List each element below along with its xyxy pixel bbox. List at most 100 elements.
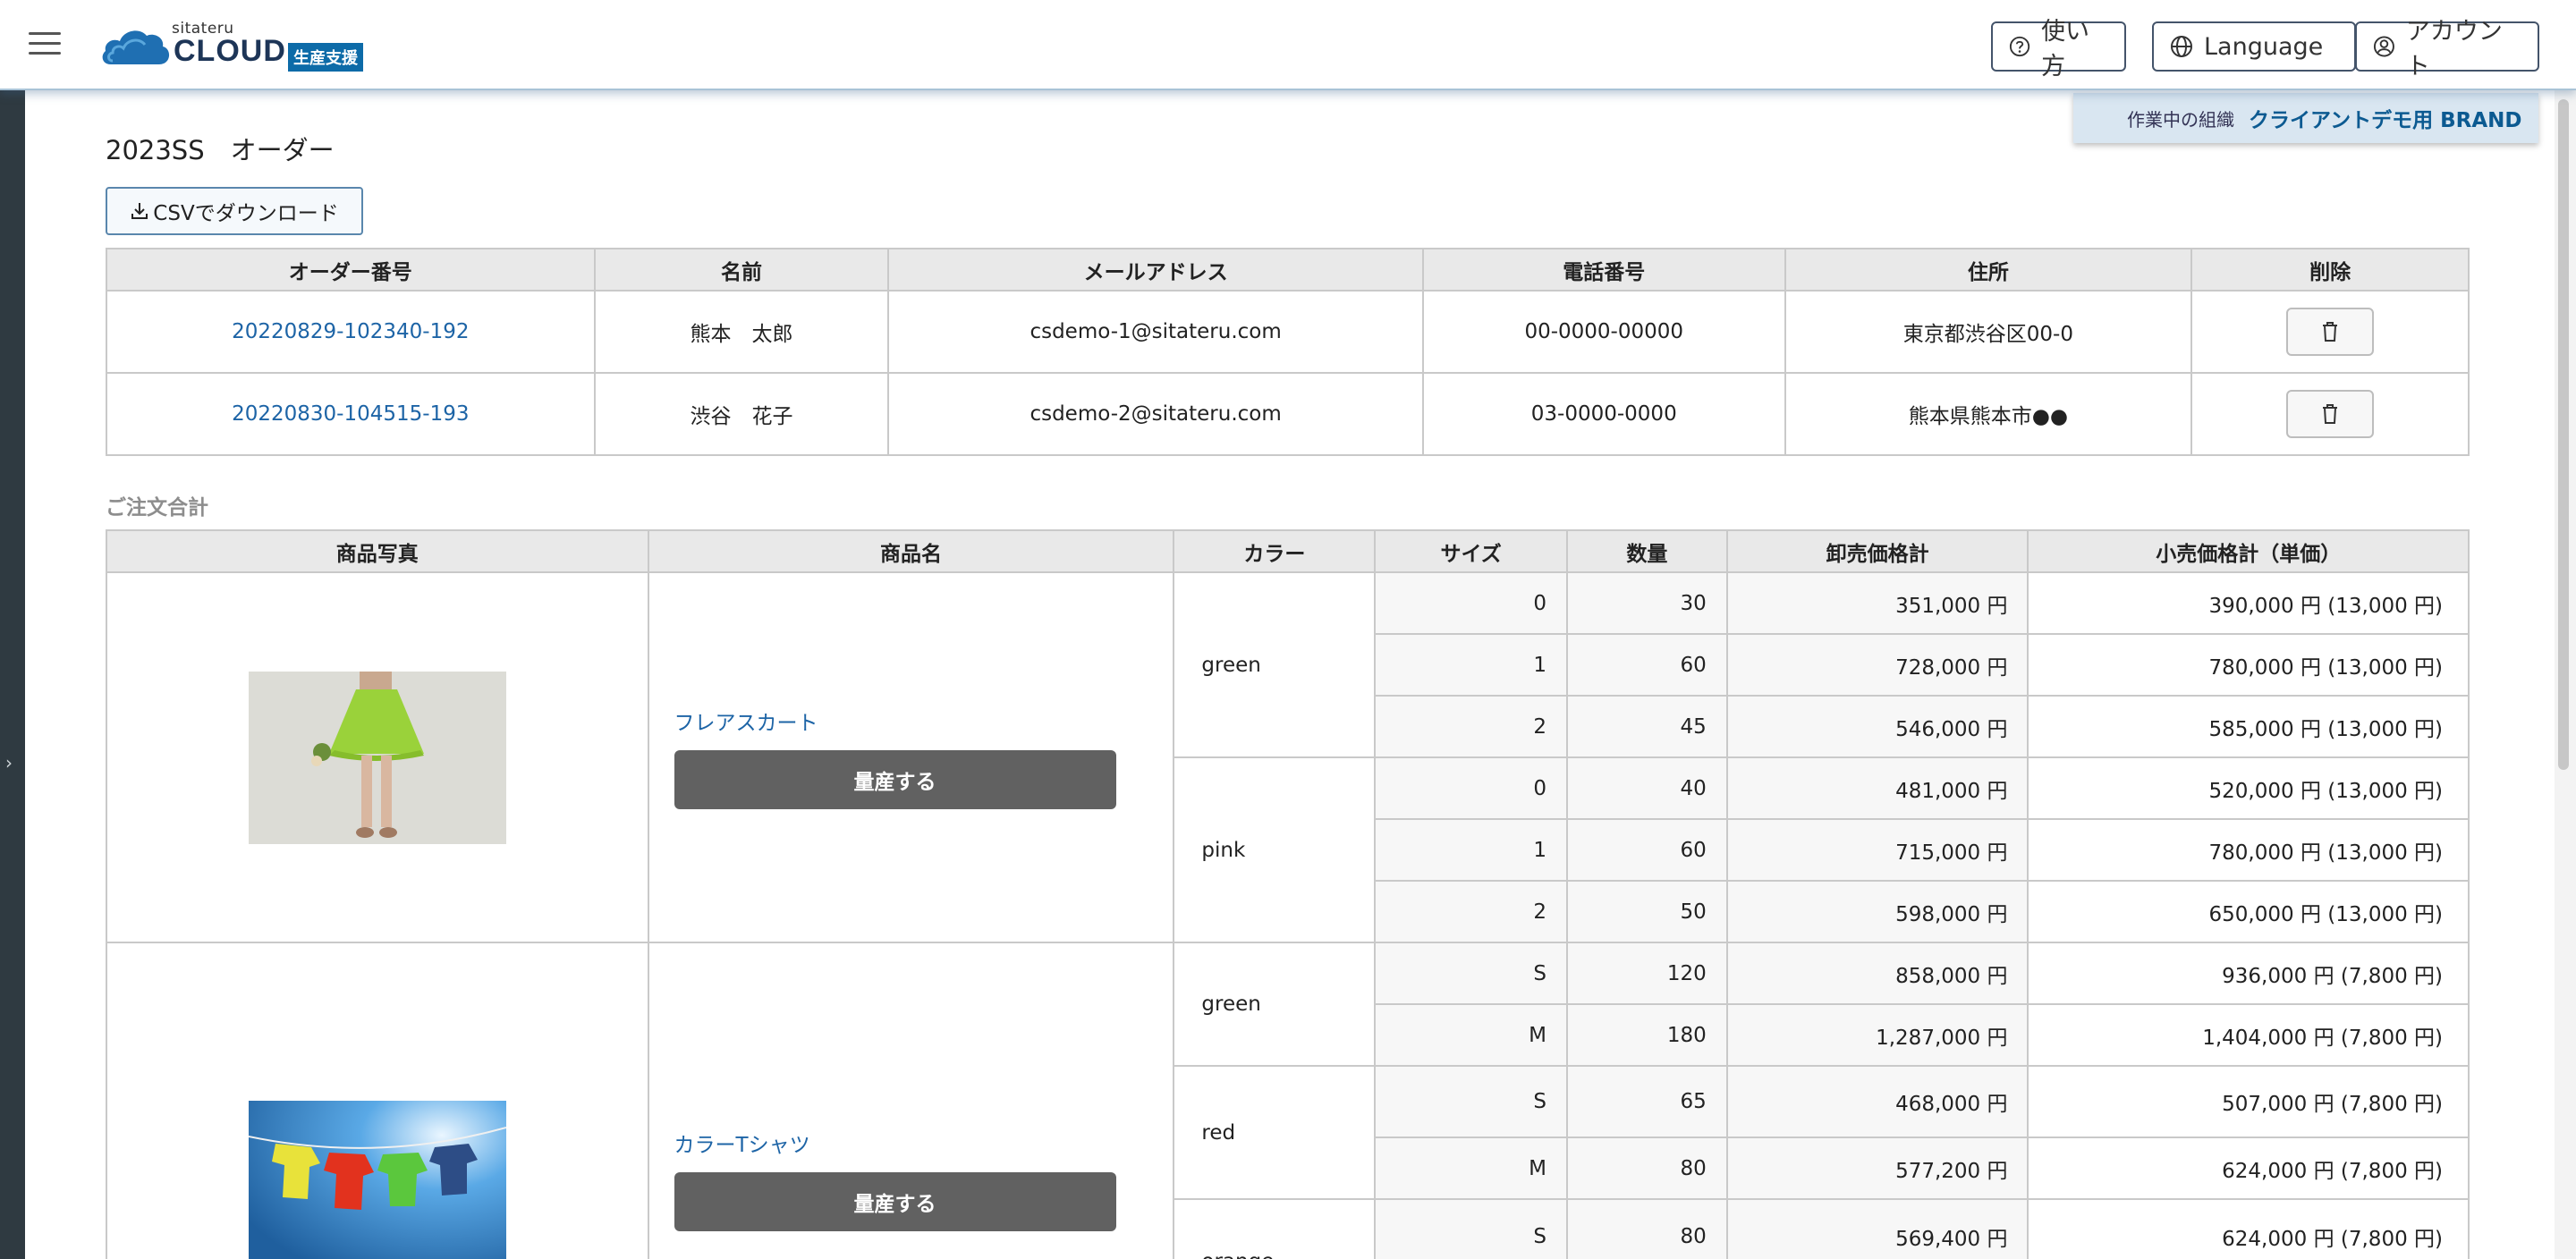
quantity-cell: 120 [1565, 942, 1728, 1005]
address-cell: 熊本県熊本市●● [1784, 372, 2193, 456]
language-button-label: Language [2204, 32, 2324, 61]
color-cell: green [1173, 571, 1377, 758]
size-cell: 0 [1374, 571, 1568, 635]
product-name-link[interactable]: フレアスカート [674, 706, 1174, 736]
trash-icon [2323, 404, 2338, 424]
tshirt-photo-image [248, 1101, 506, 1259]
csv-download-label: CSVでダウンロード [153, 202, 339, 225]
color-cell: orange [1173, 1198, 1377, 1259]
current-org-badge: 作業中の組織 クライアントデモ用 BRAND [2073, 93, 2538, 143]
quantity-cell: 30 [1565, 571, 1728, 635]
product-name-link[interactable]: カラーTシャツ [674, 1128, 1174, 1158]
col-header-product-name: 商品名 [647, 529, 1175, 573]
retail-cell: 585,000 円 (13,000 円) [2027, 695, 2470, 758]
order-summary-table: 商品写真 商品名 カラー サイズ 数量 卸売価格計 小売価格計（単価） フレアス… [106, 529, 2470, 1259]
wholesale-cell: 715,000 円 [1725, 818, 2029, 882]
delete-cell [2190, 290, 2470, 374]
product-photo-cell [106, 571, 649, 943]
name-cell: 熊本 太郎 [593, 290, 890, 374]
mass-produce-button[interactable]: 量産する [674, 750, 1116, 809]
wholesale-cell: 468,000 円 [1725, 1065, 2029, 1138]
col-header-retail-total: 小売価格計（単価） [2027, 529, 2470, 573]
delete-button[interactable] [2286, 390, 2375, 438]
color-cell: red [1173, 1065, 1377, 1200]
page-title: 2023SS オーダー [106, 135, 335, 165]
help-button-label: 使い方 [2041, 18, 2090, 80]
summary-header-row: 商品写真 商品名 カラー サイズ 数量 卸売価格計 小売価格計（単価） [106, 529, 2470, 573]
download-icon [131, 203, 148, 219]
product-photo-cell [106, 942, 649, 1259]
col-header-photo: 商品写真 [106, 529, 649, 573]
size-cell: M [1374, 1136, 1568, 1200]
product-name-cell: フレアスカート 量産する [647, 571, 1175, 943]
org-name: クライアントデモ用 BRAND [2249, 109, 2522, 132]
sidebar-expand-icon[interactable]: › [5, 752, 13, 773]
order-summary-heading: ご注文合計 [106, 496, 208, 520]
quantity-cell: 80 [1565, 1198, 1728, 1259]
table-row: 20220830-104515-193 渋谷 花子 csdemo-2@sitat… [106, 372, 2470, 456]
page-scrollbar[interactable] [2555, 90, 2576, 1259]
size-cell: 1 [1374, 818, 1568, 882]
quantity-cell: 180 [1565, 1003, 1728, 1067]
col-header-size: サイズ [1374, 529, 1568, 573]
product-name-cell: カラーTシャツ 量産する [647, 942, 1175, 1259]
size-cell: 0 [1374, 756, 1568, 820]
app-header: sitateru CLOUD 生産支援 使い方 Language アカウント [0, 0, 2576, 90]
cloud-logo-icon [102, 30, 170, 64]
help-button[interactable]: 使い方 [1991, 18, 2126, 80]
retail-cell: 520,000 円 (13,000 円) [2027, 756, 2470, 820]
retail-cell: 780,000 円 (13,000 円) [2027, 818, 2470, 882]
name-cell: 渋谷 花子 [593, 372, 890, 456]
account-button[interactable]: アカウント [2355, 18, 2539, 80]
orders-header-row: オーダー番号 名前 メールアドレス 電話番号 住所 削除 [106, 248, 2470, 292]
order-no-link[interactable]: 20220829-102340-192 [232, 320, 469, 343]
order-no-link[interactable]: 20220830-104515-193 [232, 402, 469, 426]
quantity-cell: 60 [1565, 633, 1728, 697]
delete-cell [2190, 372, 2470, 456]
col-header-phone: 電話番号 [1421, 248, 1786, 292]
retail-cell: 624,000 円 (7,800 円) [2027, 1198, 2470, 1259]
col-header-email: メールアドレス [887, 248, 1424, 292]
col-header-order-no: オーダー番号 [106, 248, 596, 292]
retail-cell: 390,000 円 (13,000 円) [2027, 571, 2470, 635]
hamburger-menu-icon[interactable] [29, 32, 61, 57]
order-no-cell: 20220830-104515-193 [106, 372, 596, 456]
color-cell: pink [1173, 756, 1377, 943]
wholesale-cell: 351,000 円 [1725, 571, 2029, 635]
org-label: 作業中の組織 [2127, 108, 2234, 131]
scrollbar-thumb[interactable] [2558, 99, 2569, 770]
quantity-cell: 60 [1565, 818, 1728, 882]
retail-cell: 650,000 円 (13,000 円) [2027, 880, 2470, 943]
table-row: 20220829-102340-192 熊本 太郎 csdemo-1@sitat… [106, 290, 2470, 374]
skirt-photo-image [248, 671, 506, 844]
size-cell: 2 [1374, 695, 1568, 758]
mass-produce-button[interactable]: 量産する [674, 1172, 1116, 1231]
language-button[interactable]: Language [2152, 21, 2356, 72]
globe-icon [2171, 36, 2192, 57]
retail-cell: 1,404,000 円 (7,800 円) [2027, 1003, 2470, 1067]
product-photo-tshirt [248, 1101, 506, 1259]
quantity-cell: 40 [1565, 756, 1728, 820]
logo-tag: 生産支援 [288, 43, 363, 72]
sidebar-collapsed: › [0, 90, 25, 1259]
col-header-name: 名前 [593, 248, 890, 292]
app-logo[interactable]: sitateru CLOUD 生産支援 [98, 16, 385, 73]
wholesale-cell: 858,000 円 [1725, 942, 2029, 1005]
phone-cell: 03-0000-0000 [1421, 372, 1786, 456]
retail-cell: 936,000 円 (7,800 円) [2027, 942, 2470, 1005]
delete-button[interactable] [2286, 308, 2375, 356]
product-photo-skirt [248, 671, 506, 844]
retail-cell: 780,000 円 (13,000 円) [2027, 633, 2470, 697]
quantity-cell: 50 [1565, 880, 1728, 943]
size-cell: 2 [1374, 880, 1568, 943]
wholesale-cell: 598,000 円 [1725, 880, 2029, 943]
wholesale-cell: 569,400 円 [1725, 1198, 2029, 1259]
address-cell: 東京都渋谷区00-0 [1784, 290, 2193, 374]
table-row: フレアスカート 量産する green 0 30 351,000 円 390,00… [106, 571, 2470, 943]
size-cell: S [1374, 1065, 1568, 1138]
wholesale-cell: 1,287,000 円 [1725, 1003, 2029, 1067]
orders-table: オーダー番号 名前 メールアドレス 電話番号 住所 削除 20220829-10… [106, 248, 2470, 456]
col-header-delete: 削除 [2190, 248, 2470, 292]
retail-cell: 624,000 円 (7,800 円) [2027, 1136, 2470, 1200]
csv-download-button[interactable]: CSVでダウンロード [106, 187, 363, 235]
